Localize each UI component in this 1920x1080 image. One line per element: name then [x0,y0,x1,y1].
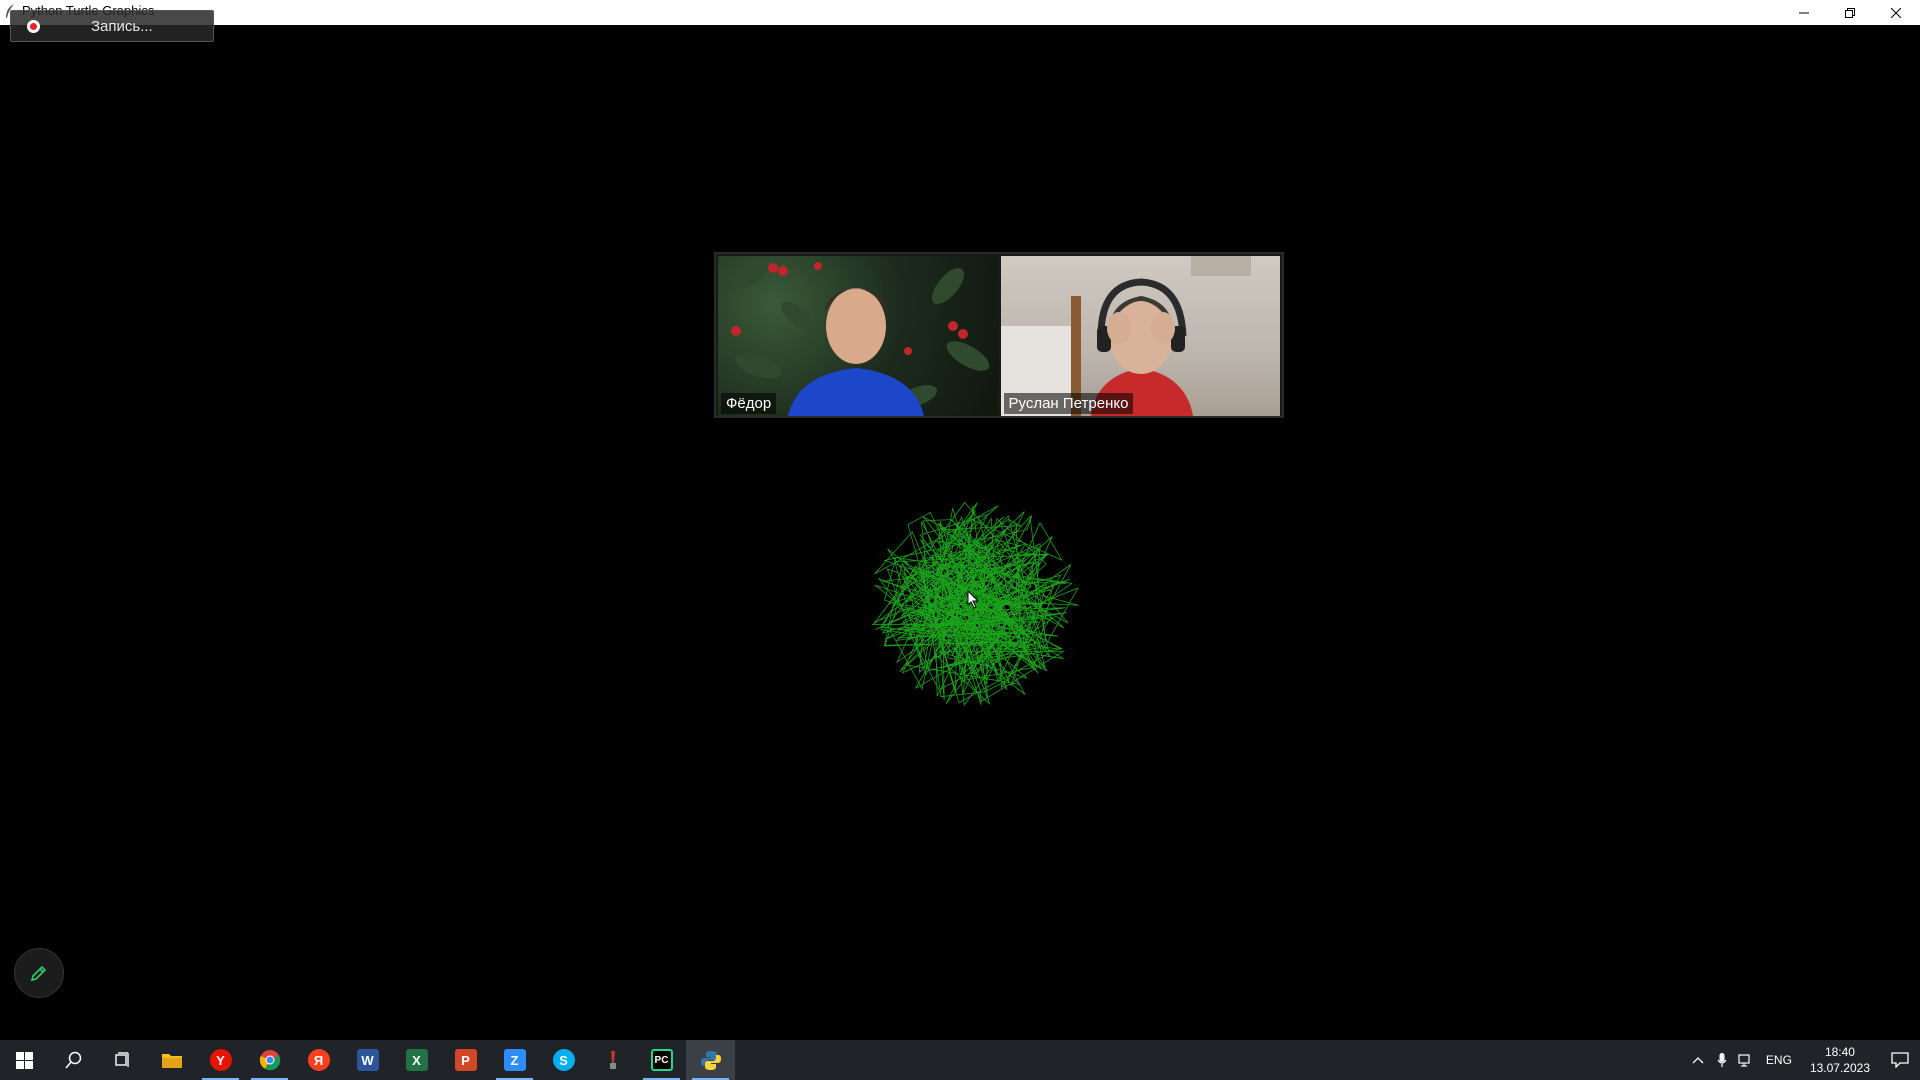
taskbar-pycharm[interactable]: PC [637,1040,686,1080]
recording-label: Запись... [91,18,153,35]
taskbar-skype[interactable]: S [539,1040,588,1080]
file-explorer-icon [161,1054,182,1068]
paint-icon [609,1051,616,1069]
participant-name: Фёдор [721,393,777,414]
windows-start-icon [16,1051,33,1069]
skype-icon: S [552,1049,575,1071]
participant-video [1000,256,1251,416]
taskbar-chrome[interactable] [245,1040,294,1080]
minimize-icon [1799,12,1809,13]
pycharm-icon: PC [650,1049,673,1071]
minimize-button[interactable] [1781,0,1827,25]
taskbar-powerpoint[interactable]: P [441,1040,490,1080]
word-icon: W [356,1049,379,1071]
search-button[interactable] [49,1040,98,1080]
pencil-icon [30,965,47,982]
action-center-button[interactable] [1880,1040,1920,1080]
video-tile[interactable]: Фёдор [718,256,998,416]
chevron-up-icon [1692,1057,1704,1064]
recording-indicator[interactable]: Запись... [10,10,214,42]
taskbar-excel[interactable]: X [392,1040,441,1080]
yandex-icon: Я [307,1049,330,1071]
window-titlebar: Python Turtle Graphics [0,0,1920,25]
mouse-cursor [967,590,980,609]
restore-button[interactable] [1827,0,1873,25]
taskbar-paint[interactable] [588,1040,637,1080]
microphone-button[interactable] [1710,1040,1734,1080]
notification-icon [1891,1052,1909,1068]
close-button[interactable] [1873,0,1919,25]
taskbar-file-explorer[interactable] [147,1040,196,1080]
start-button[interactable] [0,1040,49,1080]
taskbar-word[interactable]: W [343,1040,392,1080]
taskbar-python[interactable] [686,1040,735,1080]
video-tile[interactable]: Руслан Петренко [1000,256,1280,416]
network-button[interactable] [1734,1040,1758,1080]
search-icon [64,1051,81,1069]
network-icon [1738,1054,1750,1067]
task-view-icon [114,1052,129,1067]
close-icon [1891,7,1901,18]
annotate-button[interactable] [14,948,64,998]
language-indicator[interactable]: ENG [1758,1053,1800,1067]
taskbar: Y Я W X P Z S PC [0,1040,1920,1080]
microphone-icon [1717,1053,1727,1067]
system-tray: ENG 18:40 13.07.2023 [1686,1040,1920,1080]
participant-name: Руслан Петренко [1003,393,1134,414]
taskbar-yandex[interactable]: Я [294,1040,343,1080]
show-hidden-icons-button[interactable] [1686,1040,1710,1080]
clock-date: 13.07.2023 [1809,1061,1870,1075]
chrome-icon [259,1050,280,1071]
record-icon [27,20,40,33]
powerpoint-icon: P [454,1049,477,1071]
task-view-button[interactable] [98,1040,147,1080]
yandex-browser-icon: Y [209,1049,232,1071]
restore-icon [1845,7,1855,18]
zoom-icon: Z [503,1049,526,1071]
excel-icon: X [405,1049,428,1071]
python-icon [700,1051,721,1070]
taskbar-yandex-browser[interactable]: Y [196,1040,245,1080]
clock[interactable]: 18:40 13.07.2023 [1800,1044,1880,1076]
participant-video [728,262,990,416]
taskbar-zoom[interactable]: Z [490,1040,539,1080]
video-gallery: Фёдор Руслан Петренко [714,252,1284,418]
clock-time: 18:40 [1824,1045,1855,1059]
